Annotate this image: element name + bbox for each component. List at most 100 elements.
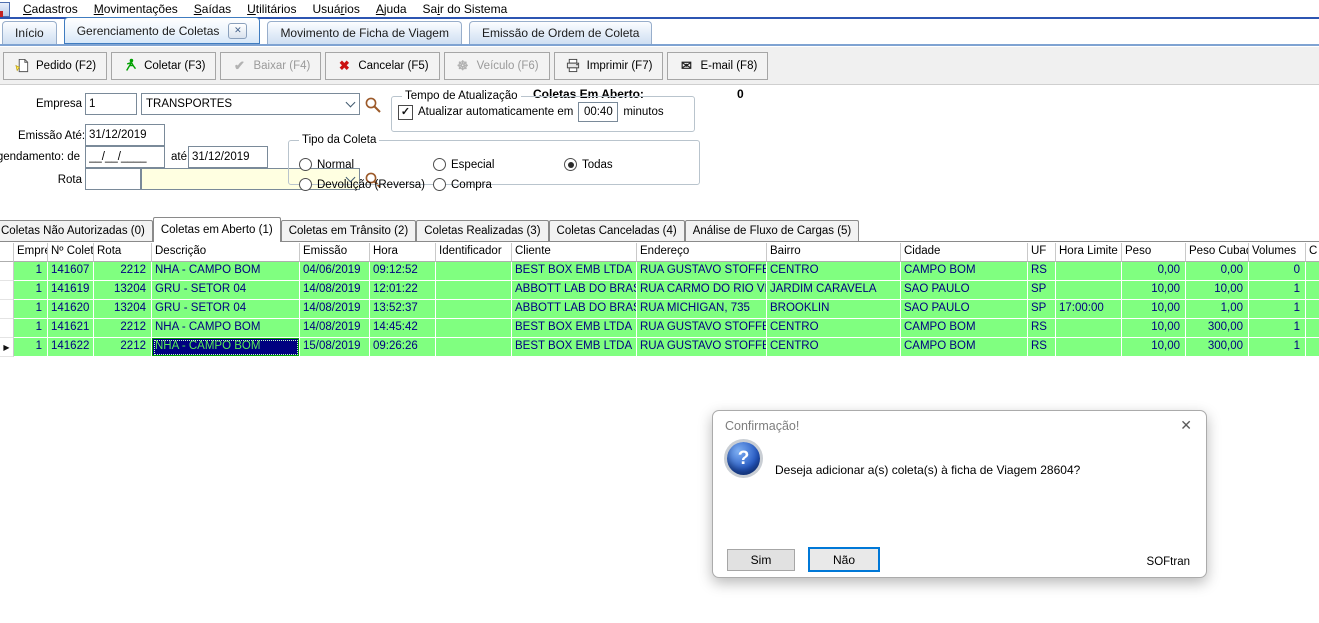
column-header-endereco[interactable]: Endereço <box>637 243 767 262</box>
cell-descricao[interactable]: GRU - SETOR 04 <box>152 300 300 319</box>
tab-emissao-de-ordem-de-coleta[interactable]: Emissão de Ordem de Coleta <box>468 21 653 44</box>
cell-descricao[interactable]: GRU - SETOR 04 <box>152 281 300 300</box>
interval-input[interactable] <box>578 102 619 122</box>
radio-especial[interactable]: Especial <box>433 158 494 171</box>
cancelar-f5-button[interactable]: ✖ Cancelar (F5) <box>325 51 440 80</box>
cell-volumes[interactable]: 1 <box>1249 319 1306 338</box>
tab-coletas-nao-autorizadas-0[interactable]: Coletas Não Autorizadas (0) <box>0 220 153 241</box>
cell-c[interactable] <box>1306 338 1319 357</box>
tab-coletas-realizadas-3[interactable]: Coletas Realizadas (3) <box>416 220 549 241</box>
menu-item-cadastros[interactable]: Cadastros <box>15 1 86 17</box>
empresa-combo[interactable]: TRANSPORTES <box>141 93 360 115</box>
table-row[interactable]: ▶ 1 141622 2212 NHA - CAMPO BOM 15/08/2019 09:… <box>0 338 1319 357</box>
cell-uf[interactable]: RS <box>1028 319 1056 338</box>
cell-cliente[interactable]: BEST BOX EMB LTDA <box>512 262 637 281</box>
cell-emissao[interactable]: 14/08/2019 <box>300 300 370 319</box>
cell-hora-limite[interactable] <box>1056 281 1122 300</box>
menu-item-utilitarios[interactable]: Utilitários <box>239 1 304 17</box>
column-header-empresa[interactable]: Empresa <box>14 243 48 262</box>
cell-endereco[interactable]: RUA GUSTAVO STOFFEL, 45 <box>637 319 767 338</box>
cell-hora[interactable]: 12:01:22 <box>370 281 436 300</box>
cell-bairro[interactable]: CENTRO <box>767 338 901 357</box>
emissao-ate-input[interactable] <box>85 124 165 146</box>
tab-inicio[interactable]: Início <box>2 21 57 44</box>
cell-n-coleta[interactable]: 141620 <box>48 300 94 319</box>
cell-emissao[interactable]: 14/08/2019 <box>300 319 370 338</box>
cell-hora-limite[interactable] <box>1056 262 1122 281</box>
nao-button[interactable]: Não <box>808 547 880 572</box>
cell-peso[interactable]: 0,00 <box>1122 262 1186 281</box>
column-header-c[interactable]: C <box>1306 243 1319 262</box>
column-header-peso-cubado[interactable]: Peso Cubado <box>1186 243 1249 262</box>
cell-n-coleta[interactable]: 141621 <box>48 319 94 338</box>
cell-bairro[interactable]: BROOKLIN <box>767 300 901 319</box>
radio-compra[interactable]: Compra <box>433 178 492 191</box>
tab-coletas-em-transito-2[interactable]: Coletas em Trânsito (2) <box>280 220 417 241</box>
cell-n-coleta[interactable]: 141607 <box>48 262 94 281</box>
cell-bairro[interactable]: CENTRO <box>767 262 901 281</box>
cell-descricao[interactable]: NHA - CAMPO BOM <box>152 262 300 281</box>
cell-volumes[interactable]: 1 <box>1249 300 1306 319</box>
cell-uf[interactable]: RS <box>1028 338 1056 357</box>
tab-coletas-canceladas-4[interactable]: Coletas Canceladas (4) <box>548 220 685 241</box>
cell-hora-limite[interactable] <box>1056 319 1122 338</box>
table-row[interactable]: 1 141620 13204 GRU - SETOR 04 14/08/2019 13:5… <box>0 300 1319 319</box>
column-header-hora-limite[interactable]: Hora Limite <box>1056 243 1122 262</box>
cell-peso[interactable]: 10,00 <box>1122 319 1186 338</box>
column-header-volumes[interactable]: Volumes <box>1249 243 1306 262</box>
cell-cliente[interactable]: ABBOTT LAB DO BRASI <box>512 300 637 319</box>
veiculo-f6-button[interactable]: ☸ Veículo (F6) <box>443 51 550 80</box>
cell-peso-cubado[interactable]: 300,00 <box>1186 338 1249 357</box>
column-header-bairro[interactable]: Bairro <box>767 243 901 262</box>
column-header-cliente[interactable]: Cliente <box>512 243 637 262</box>
cell-identificador[interactable] <box>436 300 512 319</box>
cell-endereco[interactable]: RUA MICHIGAN, 735 <box>637 300 767 319</box>
empresa-code-input[interactable] <box>85 93 137 115</box>
cell-rota[interactable]: 2212 <box>94 262 152 281</box>
cell-rota[interactable]: 2212 <box>94 319 152 338</box>
sim-button[interactable]: Sim <box>727 549 795 571</box>
cell-c[interactable] <box>1306 262 1319 281</box>
column-header-descricao[interactable]: Descrição <box>152 243 300 262</box>
cell-peso-cubado[interactable]: 300,00 <box>1186 319 1249 338</box>
cell-cidade[interactable]: CAMPO BOM <box>901 262 1028 281</box>
column-header-identificador[interactable]: Identificador <box>436 243 512 262</box>
cell-c[interactable] <box>1306 281 1319 300</box>
column-header-n-coleta[interactable]: Nº Coleta <box>48 243 94 262</box>
cell-hora-limite[interactable] <box>1056 338 1122 357</box>
cell-empresa[interactable]: 1 <box>14 319 48 338</box>
column-header-rota[interactable]: Rota <box>94 243 152 262</box>
cell-cliente[interactable]: BEST BOX EMB LTDA <box>512 338 637 357</box>
agendamento-ate-input[interactable] <box>188 146 268 168</box>
cell-bairro[interactable]: JARDIM CARAVELA <box>767 281 901 300</box>
cell-peso-cubado[interactable]: 1,00 <box>1186 300 1249 319</box>
cell-bairro[interactable]: CENTRO <box>767 319 901 338</box>
menu-item-sair-do-sistema[interactable]: Sair do Sistema <box>415 1 516 17</box>
table-row[interactable]: 1 141621 2212 NHA - CAMPO BOM 14/08/2019 14:4… <box>0 319 1319 338</box>
pedido-f2-button[interactable]: Pedido (F2) <box>3 51 108 80</box>
cell-hora[interactable]: 09:26:26 <box>370 338 436 357</box>
column-header-uf[interactable]: UF <box>1028 243 1056 262</box>
menu-item-usuarios[interactable]: Usuários <box>304 1 367 17</box>
cell-rota[interactable]: 2212 <box>94 338 152 357</box>
cell-n-coleta[interactable]: 141622 <box>48 338 94 357</box>
column-header-peso[interactable]: Peso <box>1122 243 1186 262</box>
coletar-f3-button[interactable]: Coletar (F3) <box>111 51 217 80</box>
column-header-hora[interactable]: Hora <box>370 243 436 262</box>
column-header-emissao[interactable]: Emissão <box>300 243 370 262</box>
cell-cidade[interactable]: SAO PAULO <box>901 300 1028 319</box>
imprimir-f7-button[interactable]: Imprimir (F7) <box>553 51 664 80</box>
cell-empresa[interactable]: 1 <box>14 300 48 319</box>
cell-empresa[interactable]: 1 <box>14 338 48 357</box>
empresa-search-icon[interactable] <box>363 96 383 114</box>
cell-emissao[interactable]: 14/08/2019 <box>300 281 370 300</box>
cell-endereco[interactable]: RUA GUSTAVO STOFFEL, 45 <box>637 262 767 281</box>
cell-peso-cubado[interactable]: 0,00 <box>1186 262 1249 281</box>
cell-cidade[interactable]: CAMPO BOM <box>901 319 1028 338</box>
tab-gerenciamento-de-coletas[interactable]: Gerenciamento de Coletas ✕ <box>63 17 261 44</box>
cell-peso-cubado[interactable]: 10,00 <box>1186 281 1249 300</box>
menu-item-movimentacoes[interactable]: Movimentações <box>86 1 186 17</box>
cell-identificador[interactable] <box>436 338 512 357</box>
tab-close-icon[interactable]: ✕ <box>228 22 248 39</box>
table-row[interactable]: 1 141607 2212 NHA - CAMPO BOM 04/06/2019 09:1… <box>0 262 1319 281</box>
